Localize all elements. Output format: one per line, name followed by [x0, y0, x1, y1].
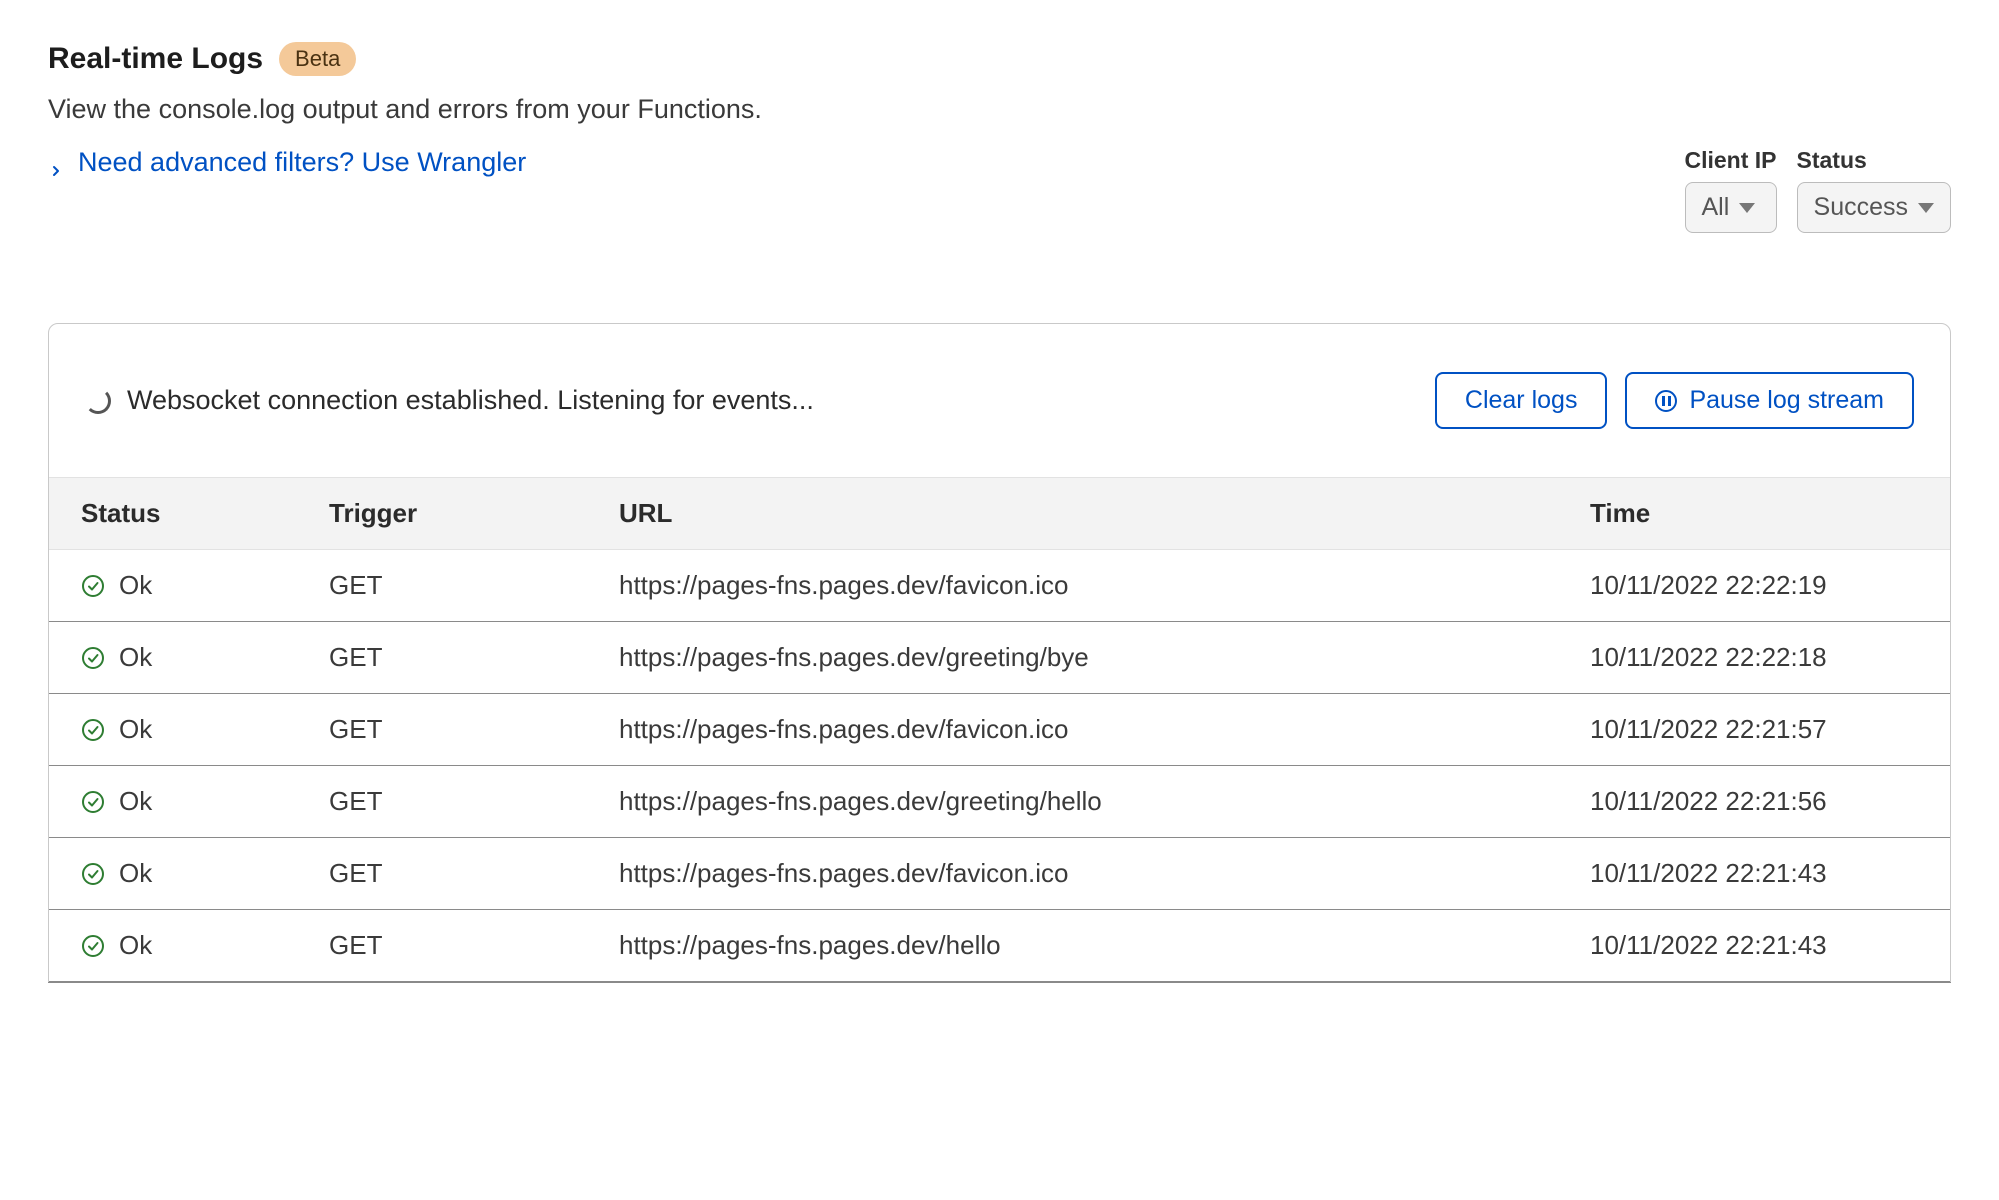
check-circle-icon — [81, 718, 105, 742]
time-cell: 10/11/2022 22:22:18 — [1590, 622, 1950, 694]
check-circle-icon — [81, 790, 105, 814]
connection-status-text: Websocket connection established. Listen… — [127, 385, 814, 416]
filters: Client IP All Status Success — [1685, 147, 1952, 233]
page-title: Real-time Logs — [48, 42, 263, 76]
pause-icon — [1655, 390, 1677, 412]
table-row[interactable]: Ok GEThttps://pages-fns.pages.dev/greetin… — [49, 766, 1950, 838]
client-ip-select[interactable]: All — [1685, 182, 1777, 233]
check-circle-icon — [81, 574, 105, 598]
pause-log-stream-button[interactable]: Pause log stream — [1625, 372, 1914, 429]
page-subtitle: View the console.log output and errors f… — [48, 94, 1951, 125]
caret-down-icon — [1918, 203, 1934, 213]
trigger-cell: GET — [329, 838, 619, 910]
status-text: Ok — [119, 786, 152, 817]
trigger-cell: GET — [329, 694, 619, 766]
trigger-cell: GET — [329, 910, 619, 982]
status-cell: Ok — [81, 570, 329, 601]
trigger-cell: GET — [329, 766, 619, 838]
status-cell: Ok — [81, 858, 329, 889]
table-row[interactable]: Ok GEThttps://pages-fns.pages.dev/hello10… — [49, 910, 1950, 982]
status-text: Ok — [119, 714, 152, 745]
time-cell: 10/11/2022 22:21:57 — [1590, 694, 1950, 766]
client-ip-filter-group: Client IP All — [1685, 147, 1777, 233]
header: Real-time Logs Beta — [48, 42, 1951, 76]
clear-logs-button[interactable]: Clear logs — [1435, 372, 1608, 429]
page-bottom-divider — [48, 982, 1951, 983]
status-filter-label: Status — [1797, 147, 1951, 174]
url-cell: https://pages-fns.pages.dev/greeting/bye — [619, 622, 1590, 694]
status-cell: Ok — [81, 930, 329, 961]
url-cell: https://pages-fns.pages.dev/favicon.ico — [619, 838, 1590, 910]
status-cell: Ok — [81, 714, 329, 745]
col-url-header: URL — [619, 478, 1590, 550]
trigger-cell: GET — [329, 622, 619, 694]
mid-row: Need advanced filters? Use Wrangler Clie… — [48, 147, 1951, 233]
col-status-header: Status — [49, 478, 329, 550]
caret-down-icon — [1739, 203, 1755, 213]
spinner-icon — [85, 388, 111, 414]
status-text: Ok — [119, 858, 152, 889]
status-filter-select[interactable]: Success — [1797, 182, 1951, 233]
pause-log-stream-label: Pause log stream — [1689, 386, 1884, 415]
connection-status: Websocket connection established. Listen… — [85, 385, 814, 416]
status-text: Ok — [119, 930, 152, 961]
beta-badge: Beta — [279, 42, 356, 76]
panel-top: Websocket connection established. Listen… — [49, 324, 1950, 477]
status-cell: Ok — [81, 786, 329, 817]
table-header: Status Trigger URL Time — [49, 478, 1950, 550]
status-text: Ok — [119, 570, 152, 601]
time-cell: 10/11/2022 22:21:43 — [1590, 838, 1950, 910]
status-text: Ok — [119, 642, 152, 673]
client-ip-label: Client IP — [1685, 147, 1777, 174]
url-cell: https://pages-fns.pages.dev/hello — [619, 910, 1590, 982]
table-row[interactable]: Ok GEThttps://pages-fns.pages.dev/greetin… — [49, 622, 1950, 694]
time-cell: 10/11/2022 22:22:19 — [1590, 550, 1950, 622]
table-row[interactable]: Ok GEThttps://pages-fns.pages.dev/favicon… — [49, 838, 1950, 910]
logs-panel: Websocket connection established. Listen… — [48, 323, 1951, 983]
panel-actions: Clear logs Pause log stream — [1435, 372, 1914, 429]
advanced-filters-link-text[interactable]: Need advanced filters? Use Wrangler — [78, 147, 526, 178]
chevron-right-icon — [48, 155, 64, 171]
check-circle-icon — [81, 646, 105, 670]
status-cell: Ok — [81, 642, 329, 673]
table-body: OkGEThttps://pages-fns.pages.dev/favicon… — [49, 550, 1950, 982]
url-cell: https://pages-fns.pages.dev/greeting/hel… — [619, 766, 1590, 838]
status-filter-value: Success — [1814, 193, 1908, 222]
col-time-header: Time — [1590, 478, 1950, 550]
clear-logs-label: Clear logs — [1465, 386, 1578, 415]
col-trigger-header: Trigger — [329, 478, 619, 550]
client-ip-value: All — [1702, 193, 1730, 222]
time-cell: 10/11/2022 22:21:56 — [1590, 766, 1950, 838]
logs-table: Status Trigger URL Time OkGEThttps://pag… — [49, 477, 1950, 982]
status-filter-group: Status Success — [1797, 147, 1951, 233]
trigger-cell: GET — [329, 550, 619, 622]
url-cell: https://pages-fns.pages.dev/favicon.ico — [619, 694, 1590, 766]
url-cell: https://pages-fns.pages.dev/favicon.ico — [619, 550, 1590, 622]
page-root: Real-time Logs Beta View the console.log… — [0, 0, 1999, 983]
check-circle-icon — [81, 862, 105, 886]
table-row[interactable]: Ok GEThttps://pages-fns.pages.dev/favicon… — [49, 550, 1950, 622]
table-row[interactable]: Ok GEThttps://pages-fns.pages.dev/favicon… — [49, 694, 1950, 766]
check-circle-icon — [81, 934, 105, 958]
time-cell: 10/11/2022 22:21:43 — [1590, 910, 1950, 982]
advanced-filters-link[interactable]: Need advanced filters? Use Wrangler — [48, 147, 526, 178]
